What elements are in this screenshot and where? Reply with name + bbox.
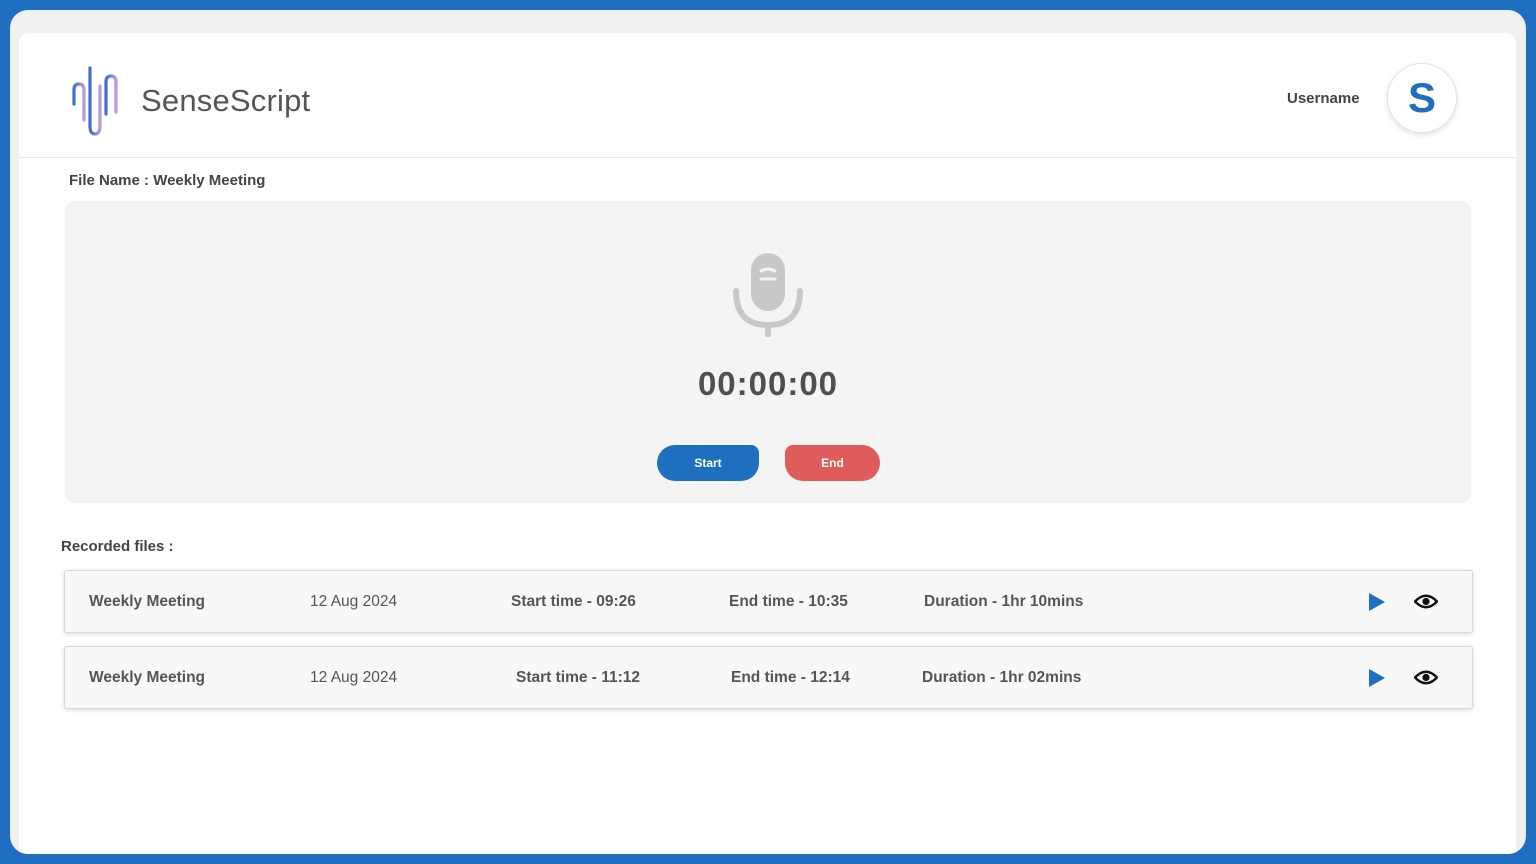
microphone-icon <box>733 253 803 337</box>
eye-icon[interactable] <box>1414 593 1438 610</box>
brand-name: SenseScript <box>141 83 311 118</box>
start-button[interactable]: Start <box>657 445 759 481</box>
recording-timer: 00:00:00 <box>697 365 839 402</box>
avatar[interactable]: S <box>1387 63 1457 133</box>
eye-icon[interactable] <box>1414 669 1438 686</box>
file-duration: Duration - 1hr 02mins <box>922 669 1082 686</box>
header: SenseScript Username S <box>19 33 1516 158</box>
file-date: 12 Aug 2024 <box>310 593 398 610</box>
file-duration: Duration - 1hr 10mins <box>924 593 1084 610</box>
recorded-file-row: Weekly Meeting 12 Aug 2024 Start time - … <box>64 570 1473 633</box>
app-frame: SenseScript Username S File Name : Weekl… <box>10 10 1526 854</box>
recorded-file-row: Weekly Meeting 12 Aug 2024 Start time - … <box>64 646 1473 709</box>
file-name: Weekly Meeting <box>89 669 206 686</box>
recorder-panel: 00:00:00 Start End <box>65 201 1471 503</box>
file-name-label: File Name : Weekly Meeting <box>69 172 266 189</box>
soundwave-logo-icon <box>58 66 132 136</box>
username-label[interactable]: Username <box>1287 90 1360 107</box>
file-start-time: Start time - 09:26 <box>511 593 636 610</box>
main-card: SenseScript Username S File Name : Weekl… <box>19 33 1516 854</box>
recorded-files-label: Recorded files : <box>61 538 174 555</box>
file-date: 12 Aug 2024 <box>310 669 398 686</box>
end-button[interactable]: End <box>785 445 880 481</box>
play-icon[interactable] <box>1368 668 1386 688</box>
file-name: Weekly Meeting <box>89 593 206 610</box>
play-icon[interactable] <box>1368 592 1386 612</box>
file-start-time: Start time - 11:12 <box>516 669 641 686</box>
file-end-time: End time - 12:14 <box>731 669 850 686</box>
file-end-time: End time - 10:35 <box>729 593 848 610</box>
